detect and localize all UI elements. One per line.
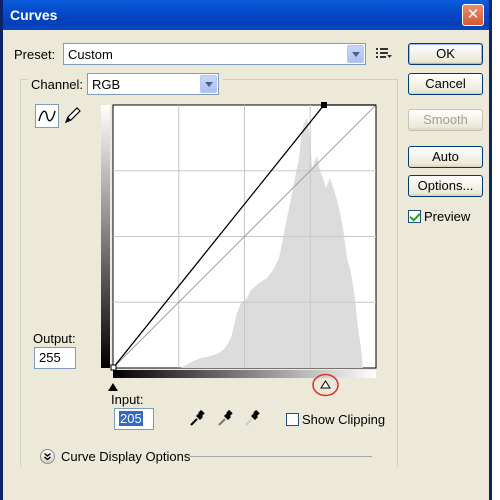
- output-label: Output:: [33, 331, 76, 346]
- output-gradient-bar: [101, 105, 110, 368]
- preset-select[interactable]: Custom: [63, 43, 366, 65]
- gray-eyedropper-icon[interactable]: [216, 409, 234, 428]
- preset-label: Preset:: [14, 47, 56, 62]
- group-frame-top: [20, 79, 28, 80]
- cancel-button[interactable]: Cancel: [408, 73, 483, 95]
- ok-button[interactable]: OK: [408, 43, 483, 65]
- group-frame-top-right: [223, 79, 398, 80]
- input-value: 205: [119, 411, 143, 426]
- white-eyedropper-icon[interactable]: [243, 409, 261, 428]
- channel-value: RGB: [92, 77, 121, 92]
- preview-checkbox[interactable]: [408, 210, 421, 223]
- black-point-slider[interactable]: [108, 381, 118, 391]
- input-label: Input:: [111, 392, 144, 407]
- preview-label: Preview: [424, 209, 471, 224]
- curve-point-black[interactable]: [110, 364, 117, 371]
- double-chevron-down-icon: [44, 452, 51, 461]
- chevron-down-icon[interactable]: [347, 45, 364, 63]
- show-clipping-checkbox[interactable]: [286, 413, 299, 426]
- title-bar[interactable]: Curves ✕: [3, 0, 489, 30]
- black-eyedropper-icon[interactable]: [188, 409, 206, 428]
- group-frame-right: [397, 79, 398, 467]
- curves-dialog: Curves ✕ Preset: Custom Channel: RGB Out…: [0, 0, 492, 500]
- chevron-down-icon[interactable]: [200, 75, 217, 93]
- curve-display-options-label: Curve Display Options: [61, 449, 191, 464]
- output-field[interactable]: 255: [34, 347, 76, 369]
- preset-options-menu-icon[interactable]: [375, 45, 393, 61]
- expand-options-button[interactable]: [40, 449, 55, 464]
- options-divider: [190, 456, 372, 457]
- close-button[interactable]: ✕: [462, 4, 484, 26]
- white-point-slider-highlight[interactable]: [312, 373, 339, 397]
- group-frame-left: [20, 79, 21, 467]
- auto-button[interactable]: Auto: [408, 146, 483, 168]
- channel-select[interactable]: RGB: [87, 73, 219, 95]
- dialog-title: Curves: [10, 7, 58, 23]
- input-field[interactable]: 205: [114, 408, 154, 430]
- curves-graph[interactable]: [101, 98, 379, 383]
- preset-value: Custom: [68, 47, 113, 62]
- channel-label: Channel:: [31, 77, 84, 92]
- show-clipping-label: Show Clipping: [302, 412, 386, 427]
- pencil-icon[interactable]: [61, 104, 83, 126]
- curve-tool-button[interactable]: [35, 104, 59, 128]
- curve-icon: [38, 110, 56, 122]
- smooth-button[interactable]: Smooth: [408, 109, 483, 131]
- curve-point-white[interactable]: [321, 102, 327, 108]
- options-button[interactable]: Options...: [408, 175, 483, 197]
